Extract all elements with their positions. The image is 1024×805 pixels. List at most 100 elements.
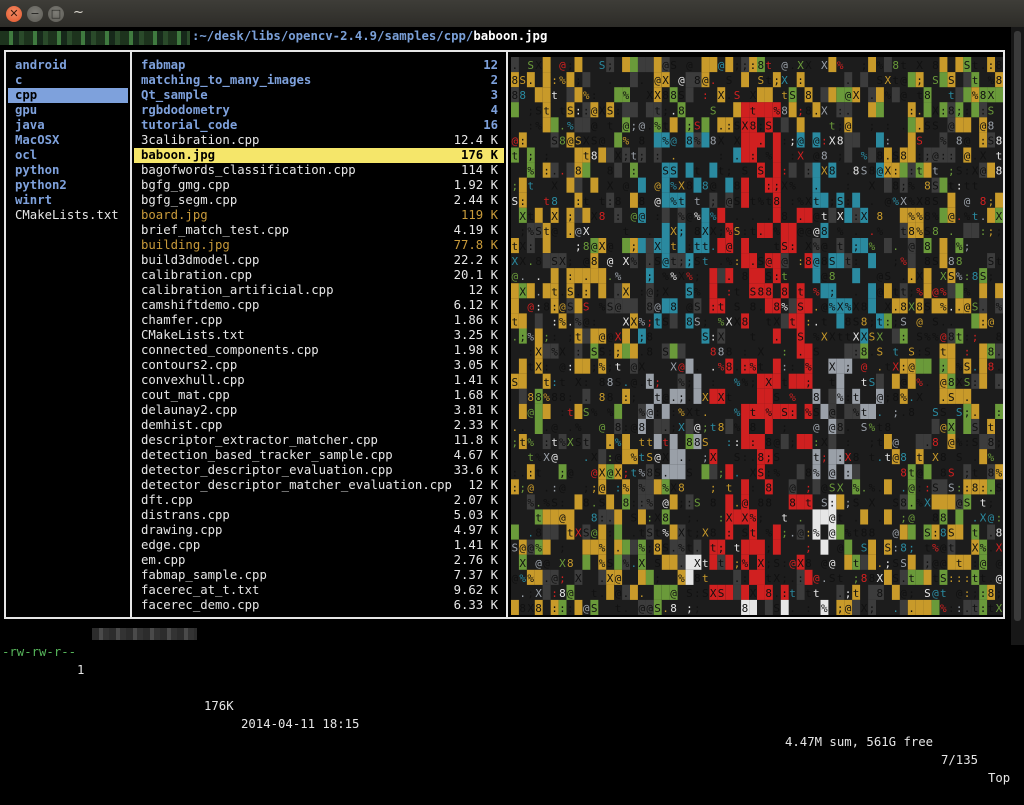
svg-text:8: 8 [734, 180, 741, 193]
svg-text::: : [964, 104, 971, 117]
directory-entry[interactable]: tutorial_code 16 [134, 118, 504, 133]
scrollbar-thumb[interactable] [1014, 31, 1021, 621]
svg-text:8: 8 [702, 180, 709, 193]
svg-text:%: % [996, 300, 1003, 313]
svg-text::: : [853, 210, 860, 223]
file-entry[interactable]: facerec_demo.cpp 6.33 K [134, 598, 504, 613]
svg-text::: : [964, 572, 971, 585]
svg-text:.: . [623, 587, 630, 600]
file-entry[interactable]: fabmap_sample.cpp 7.37 K [134, 568, 504, 583]
svg-text:8: 8 [758, 451, 765, 464]
directory-entry[interactable]: winrt [8, 193, 128, 208]
file-entry[interactable]: bgfg_segm.cpp 2.44 K [134, 193, 504, 208]
entry-name: descriptor_extractor_matcher.cpp [141, 433, 378, 447]
svg-text:t: t [567, 527, 574, 540]
directory-entry[interactable]: c [8, 73, 128, 88]
file-entry[interactable]: em.cpp 2.76 K [134, 553, 504, 568]
svg-text:.: . [527, 74, 534, 87]
close-icon[interactable]: ✕ [6, 6, 22, 22]
directory-entry[interactable]: fabmap 12 [134, 58, 504, 73]
svg-text:@: @ [686, 300, 693, 313]
svg-text:t: t [948, 180, 955, 193]
svg-text:X: X [750, 587, 757, 600]
file-entry[interactable]: 3calibration.cpp 12.4 K [134, 133, 504, 148]
svg-text:@: @ [861, 361, 868, 374]
svg-text:.: . [813, 180, 820, 193]
file-entry[interactable]: calibration_artificial.cpp 12 K [134, 283, 504, 298]
svg-text:%: % [678, 376, 685, 389]
directory-entry[interactable]: Qt_sample 3 [134, 88, 504, 103]
svg-text:X: X [734, 135, 741, 148]
directory-entry[interactable]: gpu [8, 103, 128, 118]
file-entry[interactable]: bagofwords_classification.cpp 114 K [134, 163, 504, 178]
directory-entry[interactable]: android [8, 58, 128, 73]
directory-entry[interactable]: cpp [8, 88, 128, 103]
file-entry[interactable]: board.jpg 119 K [134, 208, 504, 223]
directory-entry[interactable]: python [8, 163, 128, 178]
svg-text:S: S [877, 346, 884, 359]
file-entry[interactable]: detector_descriptor_matcher_evaluation.c… [134, 478, 504, 493]
svg-text:8: 8 [599, 391, 606, 404]
directory-entry[interactable]: matching_to_many_images 2 [134, 73, 504, 88]
file-entry[interactable]: CMakeLists.txt [8, 208, 128, 223]
svg-text::: : [805, 602, 812, 615]
svg-text:;: ; [789, 135, 796, 148]
svg-text:.: . [900, 481, 907, 494]
file-entry[interactable]: facerec_at_t.txt 9.62 K [134, 583, 504, 598]
svg-text::: : [583, 376, 590, 389]
svg-text:S: S [670, 59, 677, 72]
svg-text::: : [583, 104, 590, 117]
svg-text:S: S [829, 572, 836, 585]
svg-text:%: % [964, 285, 971, 298]
svg-text:%: % [662, 527, 669, 540]
minimize-icon[interactable]: − [27, 6, 43, 22]
svg-text:8: 8 [535, 602, 542, 615]
directory-entry[interactable]: ocl [8, 148, 128, 163]
file-entry[interactable]: contours2.cpp 3.05 K [134, 358, 504, 373]
file-entry[interactable]: convexhull.cpp 1.41 K [134, 373, 504, 388]
svg-text:;: ; [758, 512, 765, 525]
file-entry[interactable]: camshiftdemo.cpp 6.12 K [134, 298, 504, 313]
file-entry[interactable]: descriptor_extractor_matcher.cpp 11.8 K [134, 433, 504, 448]
svg-text:.: . [702, 406, 709, 419]
svg-text:@: @ [607, 466, 614, 479]
file-entry[interactable]: distrans.cpp 5.03 K [134, 508, 504, 523]
file-entry[interactable]: build3dmodel.cpp 22.2 K [134, 253, 504, 268]
directory-entry[interactable]: MacOSX [8, 133, 128, 148]
file-entry[interactable]: bgfg_gmg.cpp 1.92 K [134, 178, 504, 193]
file-entry[interactable]: drawing.cpp 4.97 K [134, 523, 504, 538]
svg-text:8: 8 [694, 572, 701, 585]
svg-text:X: X [900, 195, 907, 208]
file-entry[interactable]: dft.cpp 2.07 K [134, 493, 504, 508]
svg-text:8: 8 [519, 602, 526, 615]
file-entry[interactable]: demhist.cpp 2.33 K [134, 418, 504, 433]
file-entry[interactable]: chamfer.cpp 1.86 K [134, 313, 504, 328]
svg-text:.: . [718, 119, 725, 132]
entry-name: CMakeLists.txt [15, 208, 119, 222]
directory-entry[interactable]: java [8, 118, 128, 133]
file-entry[interactable]: edge.cpp 1.41 K [134, 538, 504, 553]
file-entry[interactable]: building.jpg 77.8 K [134, 238, 504, 253]
file-entry[interactable]: delaunay2.cpp 3.81 K [134, 403, 504, 418]
file-entry[interactable]: calibration.cpp 20.1 K [134, 268, 504, 283]
svg-text:@: @ [765, 255, 772, 268]
directory-entry[interactable]: python2 [8, 178, 128, 193]
file-entry[interactable]: connected_components.cpp 1.98 K [134, 343, 504, 358]
terminal[interactable]: :~/desk/libs/opencv-2.4.9/samples/cpp/ba… [0, 27, 1011, 785]
svg-text:%: % [678, 210, 685, 223]
svg-text:t: t [750, 406, 757, 419]
scrollbar[interactable] [1011, 27, 1024, 645]
file-entry[interactable]: detection_based_tracker_sample.cpp 4.67 K [134, 448, 504, 463]
file-entry[interactable]: cout_mat.cpp 1.68 K [134, 388, 504, 403]
directory-entry[interactable]: rgbdodometry 4 [134, 103, 504, 118]
file-entry[interactable]: baboon.jpg 176 K [134, 148, 504, 163]
svg-text:X: X [916, 195, 923, 208]
file-entry[interactable]: CMakeLists.txt 3.25 K [134, 328, 504, 343]
svg-text:%: % [837, 391, 844, 404]
svg-text::: : [543, 361, 550, 374]
svg-text:S: S [940, 406, 947, 419]
file-entry[interactable]: detector_descriptor_evaluation.cpp 33.6 K [134, 463, 504, 478]
file-entry[interactable]: brief_match_test.cpp 4.19 K [134, 223, 504, 238]
window-title: ~ [73, 5, 84, 20]
maximize-icon[interactable]: □ [48, 6, 64, 22]
